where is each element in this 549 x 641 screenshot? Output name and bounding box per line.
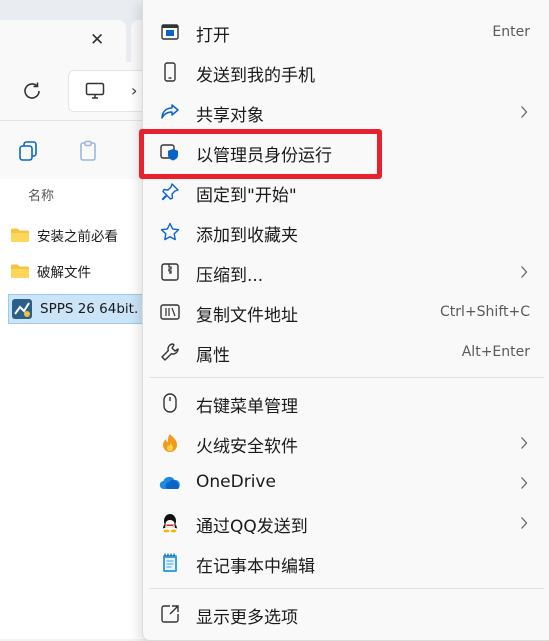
- open-app-icon: [159, 22, 181, 42]
- file-name: 破解文件: [37, 265, 91, 281]
- chevron-right-icon[interactable]: ›: [131, 81, 137, 100]
- huorong-icon: [159, 433, 181, 453]
- phone-icon: [159, 62, 181, 82]
- menu-item-open[interactable]: 打开 Enter: [143, 12, 549, 52]
- menu-item-label: 发送到我的手机: [196, 66, 315, 86]
- file-item-folder[interactable]: 安装之前必看: [10, 222, 150, 248]
- menu-item-label: 右键菜单管理: [196, 397, 298, 417]
- menu-item-label: 打开: [196, 26, 230, 46]
- explorer-tab[interactable]: [0, 20, 126, 62]
- menu-item-huorong[interactable]: 火绒安全软件: [143, 423, 549, 463]
- monitor-icon: [85, 82, 105, 99]
- shortcut-text: Alt+Enter: [461, 344, 530, 360]
- chevron-right-icon: [521, 517, 528, 529]
- paste-icon[interactable]: [78, 140, 100, 162]
- menu-item-label: 压缩到...: [196, 266, 264, 286]
- menu-item-label: 属性: [196, 346, 230, 366]
- menu-separator: [149, 377, 544, 378]
- chevron-right-icon: [521, 266, 528, 278]
- file-item-selected[interactable]: SPPS 26 64bit.: [8, 294, 150, 324]
- menu-item-label: 通过QQ发送到: [196, 517, 308, 537]
- notepad-icon: [159, 553, 181, 573]
- shortcut-text: Enter: [492, 24, 530, 40]
- highlight-box: [139, 129, 382, 179]
- menu-item-share[interactable]: 共享对象: [143, 92, 549, 132]
- more-options-icon: [159, 604, 181, 624]
- copy-icon[interactable]: [18, 140, 40, 162]
- wrench-icon: [159, 342, 181, 362]
- menu-item-show-more-options[interactable]: 显示更多选项: [143, 594, 549, 634]
- file-item-folder[interactable]: 破解文件: [10, 258, 150, 284]
- close-icon[interactable]: ✕: [90, 30, 104, 50]
- menu-item-send-to-phone[interactable]: 发送到我的手机: [143, 52, 549, 92]
- menu-item-label: 复制文件地址: [196, 306, 298, 326]
- menu-item-label: 火绒安全软件: [196, 437, 298, 457]
- column-header-name[interactable]: 名称: [28, 185, 54, 204]
- refresh-icon[interactable]: [20, 79, 44, 103]
- installer-icon: [11, 298, 33, 320]
- menu-item-label: 固定到"开始": [196, 186, 297, 206]
- menu-item-context-menu-manager[interactable]: 右键菜单管理: [143, 383, 549, 423]
- folder-icon: [10, 227, 30, 243]
- zip-icon: [159, 262, 181, 282]
- file-name: 安装之前必看: [37, 229, 118, 245]
- menu-item-add-favorites[interactable]: 添加到收藏夹: [143, 212, 549, 252]
- folder-icon: [10, 263, 30, 279]
- star-icon: [159, 222, 181, 242]
- chevron-right-icon: [521, 106, 528, 118]
- menu-item-edit-in-notepad[interactable]: 在记事本中编辑: [143, 543, 549, 583]
- menu-separator: [149, 588, 544, 589]
- qq-icon: [159, 513, 181, 533]
- onedrive-icon: [159, 473, 181, 493]
- share-icon: [159, 102, 181, 122]
- menu-item-label: 在记事本中编辑: [196, 557, 315, 577]
- menu-item-label: 显示更多选项: [196, 608, 298, 628]
- mouse-icon: [159, 393, 181, 413]
- menu-item-send-via-qq[interactable]: 通过QQ发送到: [143, 503, 549, 543]
- menu-item-label: 共享对象: [196, 106, 264, 126]
- menu-item-label: OneDrive: [196, 472, 276, 492]
- menu-item-onedrive[interactable]: OneDrive: [143, 463, 549, 503]
- menu-item-copy-path[interactable]: 复制文件地址 Ctrl+Shift+C: [143, 292, 549, 332]
- copy-path-icon: [159, 302, 181, 322]
- menu-item-label: 添加到收藏夹: [196, 226, 298, 246]
- pin-icon: [159, 182, 181, 202]
- chevron-right-icon: [521, 477, 528, 489]
- chevron-right-icon: [521, 437, 528, 449]
- shortcut-text: Ctrl+Shift+C: [440, 304, 530, 320]
- menu-item-compress[interactable]: 压缩到...: [143, 252, 549, 292]
- context-menu: 打开 Enter 发送到我的手机 共享对象 以管理员身份运行 固定到"开始" 添…: [142, 0, 549, 641]
- file-name: SPPS 26 64bit.: [40, 301, 139, 317]
- menu-item-properties[interactable]: 属性 Alt+Enter: [143, 332, 549, 372]
